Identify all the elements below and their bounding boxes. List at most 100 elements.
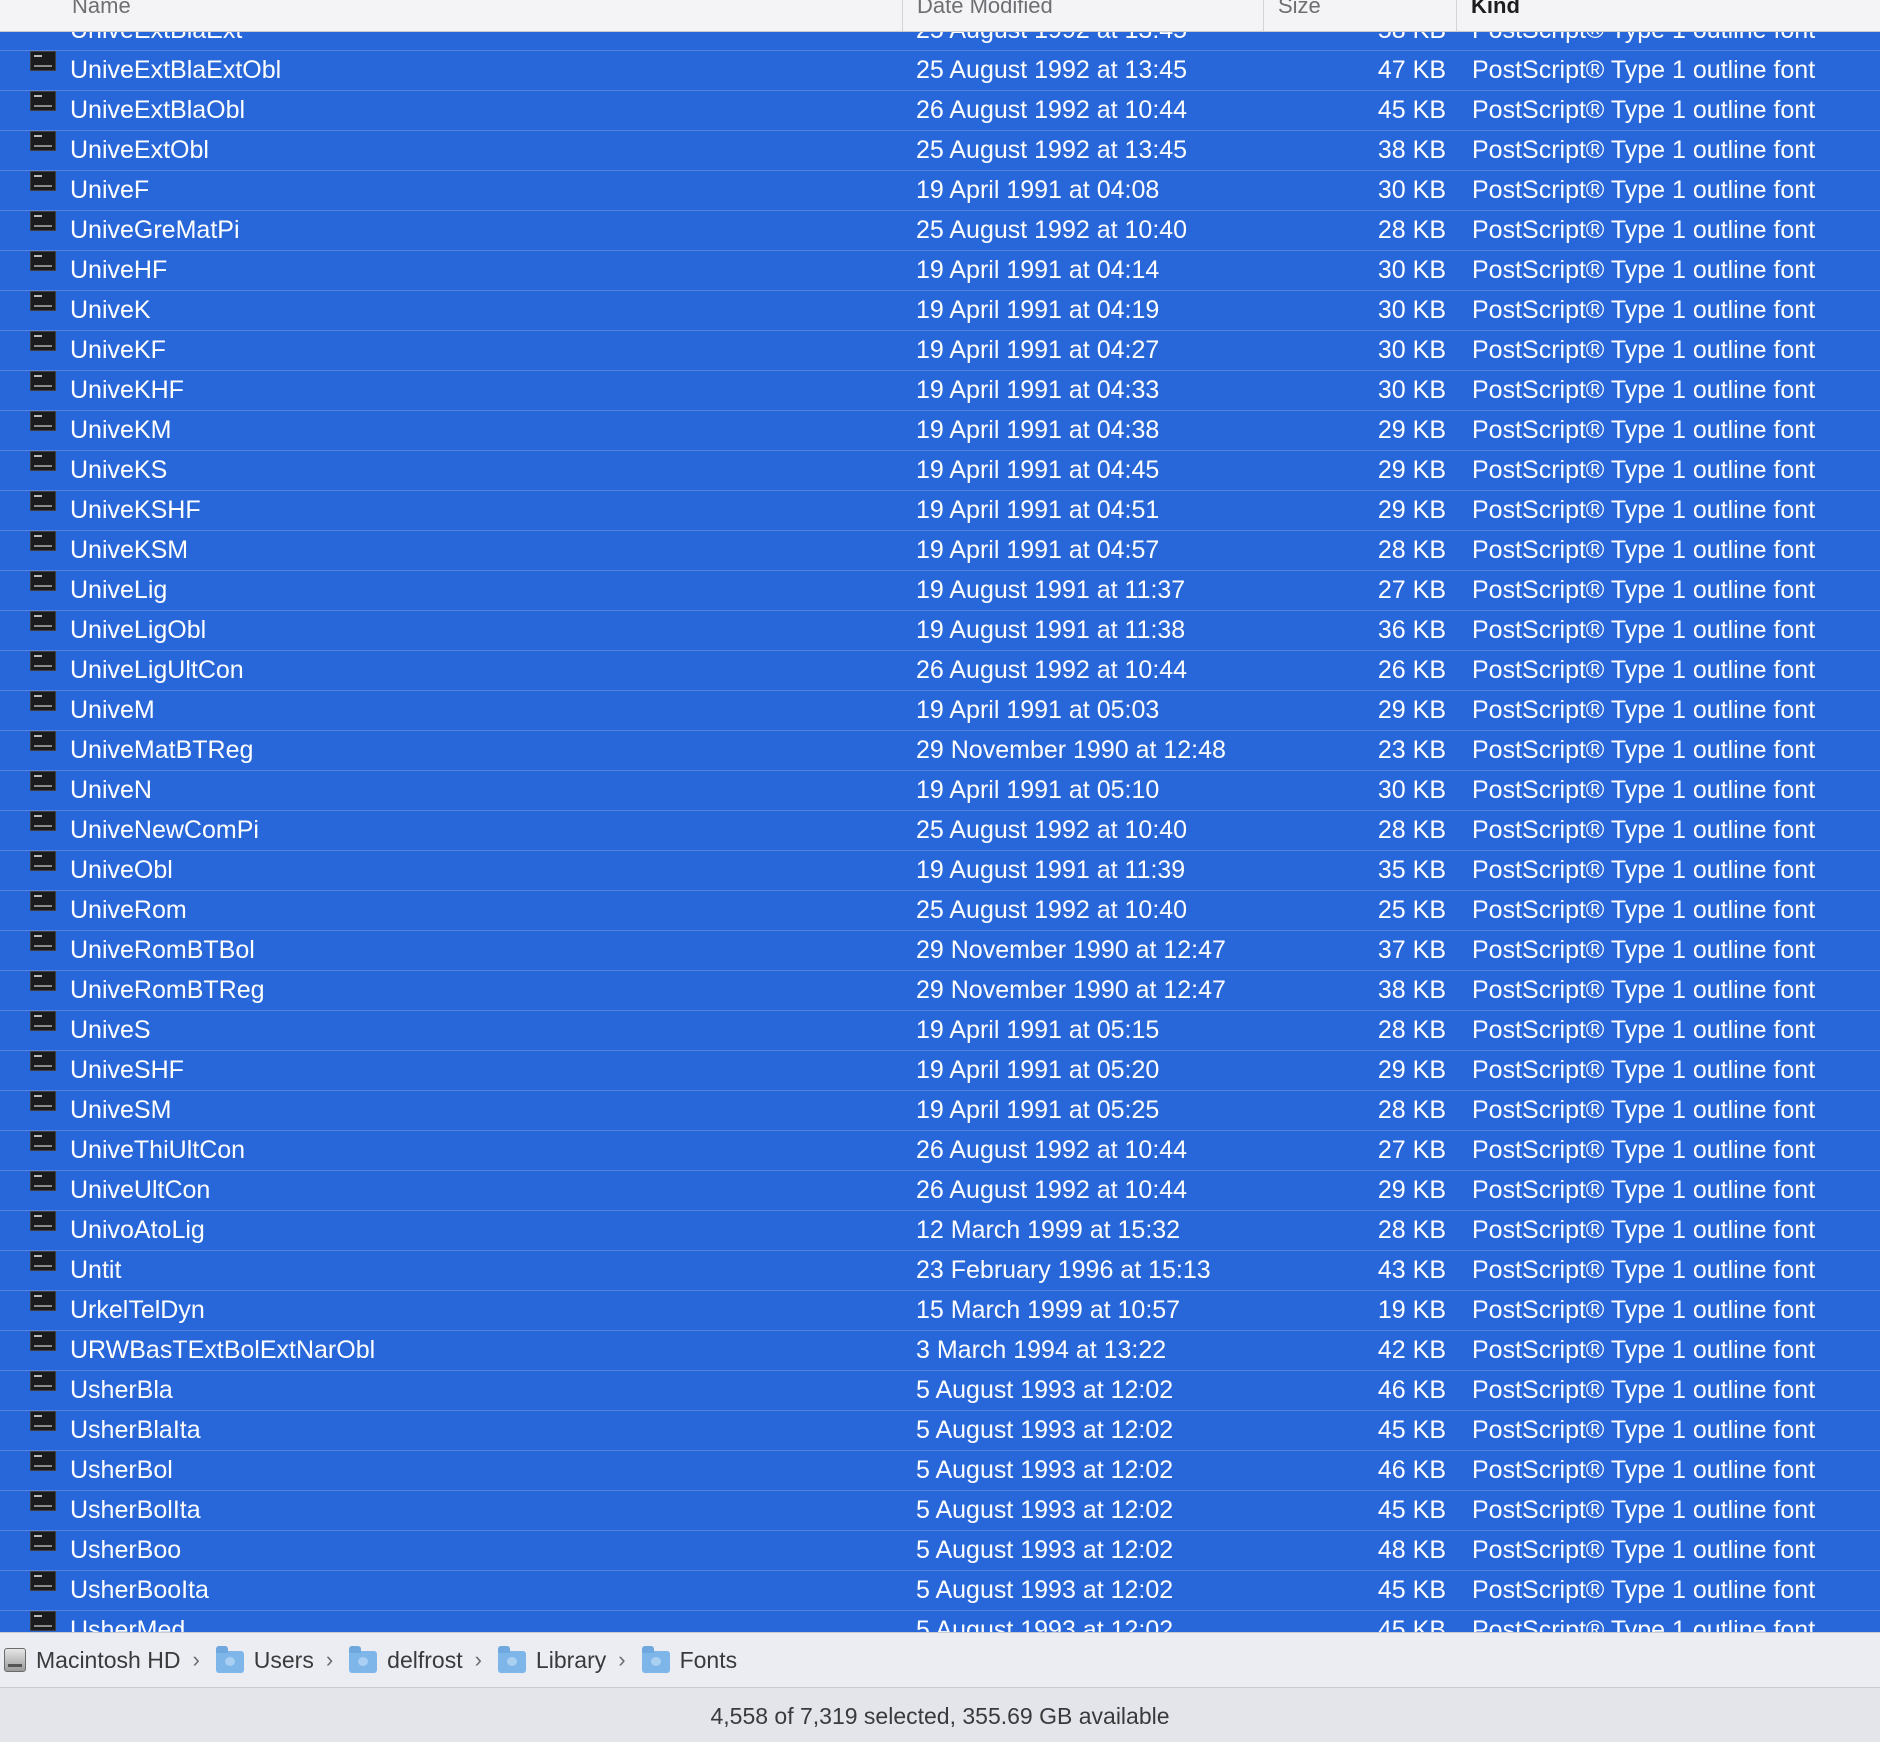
file-date-modified: 19 August 1991 at 11:39: [916, 856, 1186, 884]
file-date-modified: 19 April 1991 at 04:33: [916, 376, 1160, 404]
file-row[interactable]: UsherBolIta 5 August 1993 at 12:02 45 KB Po…: [0, 1491, 1880, 1531]
file-date-modified: 29 November 1990 at 12:47: [916, 936, 1226, 964]
file-row[interactable]: UniveExtBlaExtObl 25 August 1992 at 13:45…: [0, 51, 1880, 91]
file-date-modified: 25 August 1992 at 10:40: [916, 816, 1188, 844]
file-date-modified: 23 February 1996 at 15:13: [916, 1256, 1211, 1284]
file-row[interactable]: UniveExtObl 25 August 1992 at 13:45 38 KB P…: [0, 131, 1880, 171]
file-row[interactable]: UniveKM 19 April 1991 at 04:38 29 KB PostSc…: [0, 411, 1880, 451]
file-size: 27 KB: [1377, 1136, 1446, 1164]
file-kind: PostScript® Type 1 outline font: [1472, 1016, 1816, 1044]
file-row[interactable]: UsherBooIta 5 August 1993 at 12:02 45 KB Po…: [0, 1571, 1880, 1611]
font-file-icon: [30, 1331, 56, 1351]
file-size: 29 KB: [1377, 456, 1446, 484]
font-file-icon: [30, 131, 56, 151]
path-item-delfrost[interactable]: delfrost: [345, 1633, 463, 1687]
file-kind: PostScript® Type 1 outline font: [1472, 936, 1816, 964]
file-row[interactable]: UniveRom 25 August 1992 at 10:40 25 KB Post…: [0, 891, 1880, 931]
font-file-icon: [30, 251, 56, 271]
column-header-kind[interactable]: Kind: [1457, 0, 1880, 31]
file-row[interactable]: UrkelTelDyn 15 March 1999 at 10:57 19 KB Po…: [0, 1291, 1880, 1331]
file-date-modified: 25 August 1992 at 13:45: [916, 56, 1188, 84]
column-header-name[interactable]: Name: [58, 0, 903, 31]
file-row[interactable]: UniveKF 19 April 1991 at 04:27 30 KB PostSc…: [0, 331, 1880, 371]
file-row[interactable]: UsherBol 5 August 1993 at 12:02 46 KB PostS…: [0, 1451, 1880, 1491]
file-name: UniveSM: [70, 1096, 172, 1124]
file-size: 29 KB: [1377, 1056, 1446, 1084]
file-row[interactable]: UniveSM 19 April 1991 at 05:25 28 KB PostSc…: [0, 1091, 1880, 1131]
file-row[interactable]: UniveKHF 19 April 1991 at 04:33 30 KB PostS…: [0, 371, 1880, 411]
file-kind: PostScript® Type 1 outline font: [1472, 336, 1816, 364]
file-date-modified: 12 March 1999 at 15:32: [916, 1216, 1181, 1244]
path-item-library[interactable]: Library: [494, 1633, 606, 1687]
file-row[interactable]: UsherMed 5 August 1993 at 12:02 45 KB PostS…: [0, 1611, 1880, 1632]
font-file-icon: [30, 1131, 56, 1151]
file-row[interactable]: UniveS 19 April 1991 at 05:15 28 KB PostScr…: [0, 1011, 1880, 1051]
file-row[interactable]: UniveObl 19 August 1991 at 11:39 35 KB Post…: [0, 851, 1880, 891]
path-separator-icon: ›: [325, 1647, 334, 1672]
file-row[interactable]: UniveRomBTReg 29 November 1990 at 12:47 38…: [0, 971, 1880, 1011]
column-header-date-modified[interactable]: Date Modified: [903, 0, 1264, 31]
file-row[interactable]: UniveLigObl 19 August 1991 at 11:38 36 KB P…: [0, 611, 1880, 651]
file-row[interactable]: UnivoAtoLig 12 March 1999 at 15:32 28 KB Po…: [0, 1211, 1880, 1251]
file-row[interactable]: UniveLig 19 August 1991 at 11:37 27 KB Post…: [0, 571, 1880, 611]
file-row[interactable]: UniveMatBTReg 29 November 1990 at 12:48 23…: [0, 731, 1880, 771]
file-date-modified: 25 August 1992 at 10:40: [916, 896, 1188, 924]
file-row[interactable]: UniveExtBlaExt 25 August 1992 at 13:45 58 …: [0, 31, 1880, 51]
file-kind: PostScript® Type 1 outline font: [1472, 616, 1816, 644]
file-row[interactable]: UniveRomBTBol 29 November 1990 at 12:47 37…: [0, 931, 1880, 971]
file-size: 28 KB: [1377, 1016, 1446, 1044]
file-name: UniveKS: [70, 456, 168, 484]
font-file-icon: [30, 1211, 56, 1231]
file-kind: PostScript® Type 1 outline font: [1472, 1496, 1816, 1524]
file-date-modified: 19 April 1991 at 04:57: [916, 536, 1160, 564]
file-row[interactable]: URWBasTExtBolExtNarObl 3 March 1994 at 13…: [0, 1331, 1880, 1371]
font-file-icon: [30, 651, 56, 671]
file-row[interactable]: UniveKSM 19 April 1991 at 04:57 28 KB PostS…: [0, 531, 1880, 571]
file-list[interactable]: UniveExtBlaExt 25 August 1992 at 13:45 58 …: [0, 31, 1880, 1632]
file-row[interactable]: UniveGreMatPi 25 August 1992 at 10:40 28 K…: [0, 211, 1880, 251]
file-size: 58 KB: [1378, 31, 1446, 50]
file-date-modified: 26 August 1992 at 10:44: [916, 656, 1188, 684]
font-file-icon: [30, 1291, 56, 1311]
font-file-icon: [30, 1531, 56, 1551]
path-item-fonts[interactable]: Fonts: [638, 1633, 737, 1687]
file-row[interactable]: UniveSHF 19 April 1991 at 05:20 29 KB PostS…: [0, 1051, 1880, 1091]
file-kind: PostScript® Type 1 outline font: [1472, 1336, 1816, 1364]
file-name: UsherMed: [70, 1616, 186, 1632]
file-kind: PostScript® Type 1 outline font: [1472, 1256, 1816, 1284]
file-row[interactable]: UniveF 19 April 1991 at 04:08 30 KB PostScr…: [0, 171, 1880, 211]
file-size: 48 KB: [1377, 1536, 1446, 1564]
path-item-users[interactable]: Users: [212, 1633, 314, 1687]
file-row[interactable]: UniveKSHF 19 April 1991 at 04:51 29 KB Post…: [0, 491, 1880, 531]
file-row[interactable]: UsherBlaIta 5 August 1993 at 12:02 45 KB Po…: [0, 1411, 1880, 1451]
file-row[interactable]: UniveExtBlaObl 26 August 1992 at 10:44 45 …: [0, 91, 1880, 131]
file-name: UniveExtBlaExt: [70, 31, 242, 50]
file-kind: PostScript® Type 1 outline font: [1472, 176, 1816, 204]
font-file-icon: [30, 91, 56, 111]
file-row[interactable]: UsherBla 5 August 1993 at 12:02 46 KB PostS…: [0, 1371, 1880, 1411]
file-date-modified: 26 August 1992 at 10:44: [916, 96, 1188, 124]
file-row[interactable]: UniveUltCon 26 August 1992 at 10:44 29 KB P…: [0, 1171, 1880, 1211]
file-row[interactable]: UsherBoo 5 August 1993 at 12:02 48 KB PostS…: [0, 1531, 1880, 1571]
file-row[interactable]: UniveLigUltCon 26 August 1992 at 10:44 26 …: [0, 651, 1880, 691]
file-row[interactable]: Untit 23 February 1996 at 15:13 43 KB PostS…: [0, 1251, 1880, 1291]
file-row[interactable]: UniveKS 19 April 1991 at 04:45 29 KB PostSc…: [0, 451, 1880, 491]
font-file-icon: [30, 331, 56, 351]
file-row[interactable]: UniveM 19 April 1991 at 05:03 29 KB PostScr…: [0, 691, 1880, 731]
font-file-icon: [30, 491, 56, 511]
file-kind: PostScript® Type 1 outline font: [1472, 816, 1816, 844]
column-header-size[interactable]: Size: [1264, 0, 1457, 31]
file-kind: PostScript® Type 1 outline font: [1472, 1216, 1816, 1244]
file-size: 28 KB: [1377, 536, 1446, 564]
file-row[interactable]: UniveK 19 April 1991 at 04:19 30 KB PostScr…: [0, 291, 1880, 331]
path-item-macintosh-hd[interactable]: Macintosh HD: [0, 1633, 180, 1687]
font-file-icon: [30, 771, 56, 791]
file-date-modified: 19 April 1991 at 05:10: [916, 776, 1160, 804]
file-row[interactable]: UniveHF 19 April 1991 at 04:14 30 KB PostSc…: [0, 251, 1880, 291]
file-date-modified: 19 April 1991 at 04:27: [916, 336, 1160, 364]
font-file-icon: [30, 211, 56, 231]
file-kind: PostScript® Type 1 outline font: [1472, 1296, 1816, 1324]
file-row[interactable]: UniveN 19 April 1991 at 05:10 30 KB PostScr…: [0, 771, 1880, 811]
file-row[interactable]: UniveThiUltCon 26 August 1992 at 10:44 27 …: [0, 1131, 1880, 1171]
file-row[interactable]: UniveNewComPi 25 August 1992 at 10:40 28 K…: [0, 811, 1880, 851]
